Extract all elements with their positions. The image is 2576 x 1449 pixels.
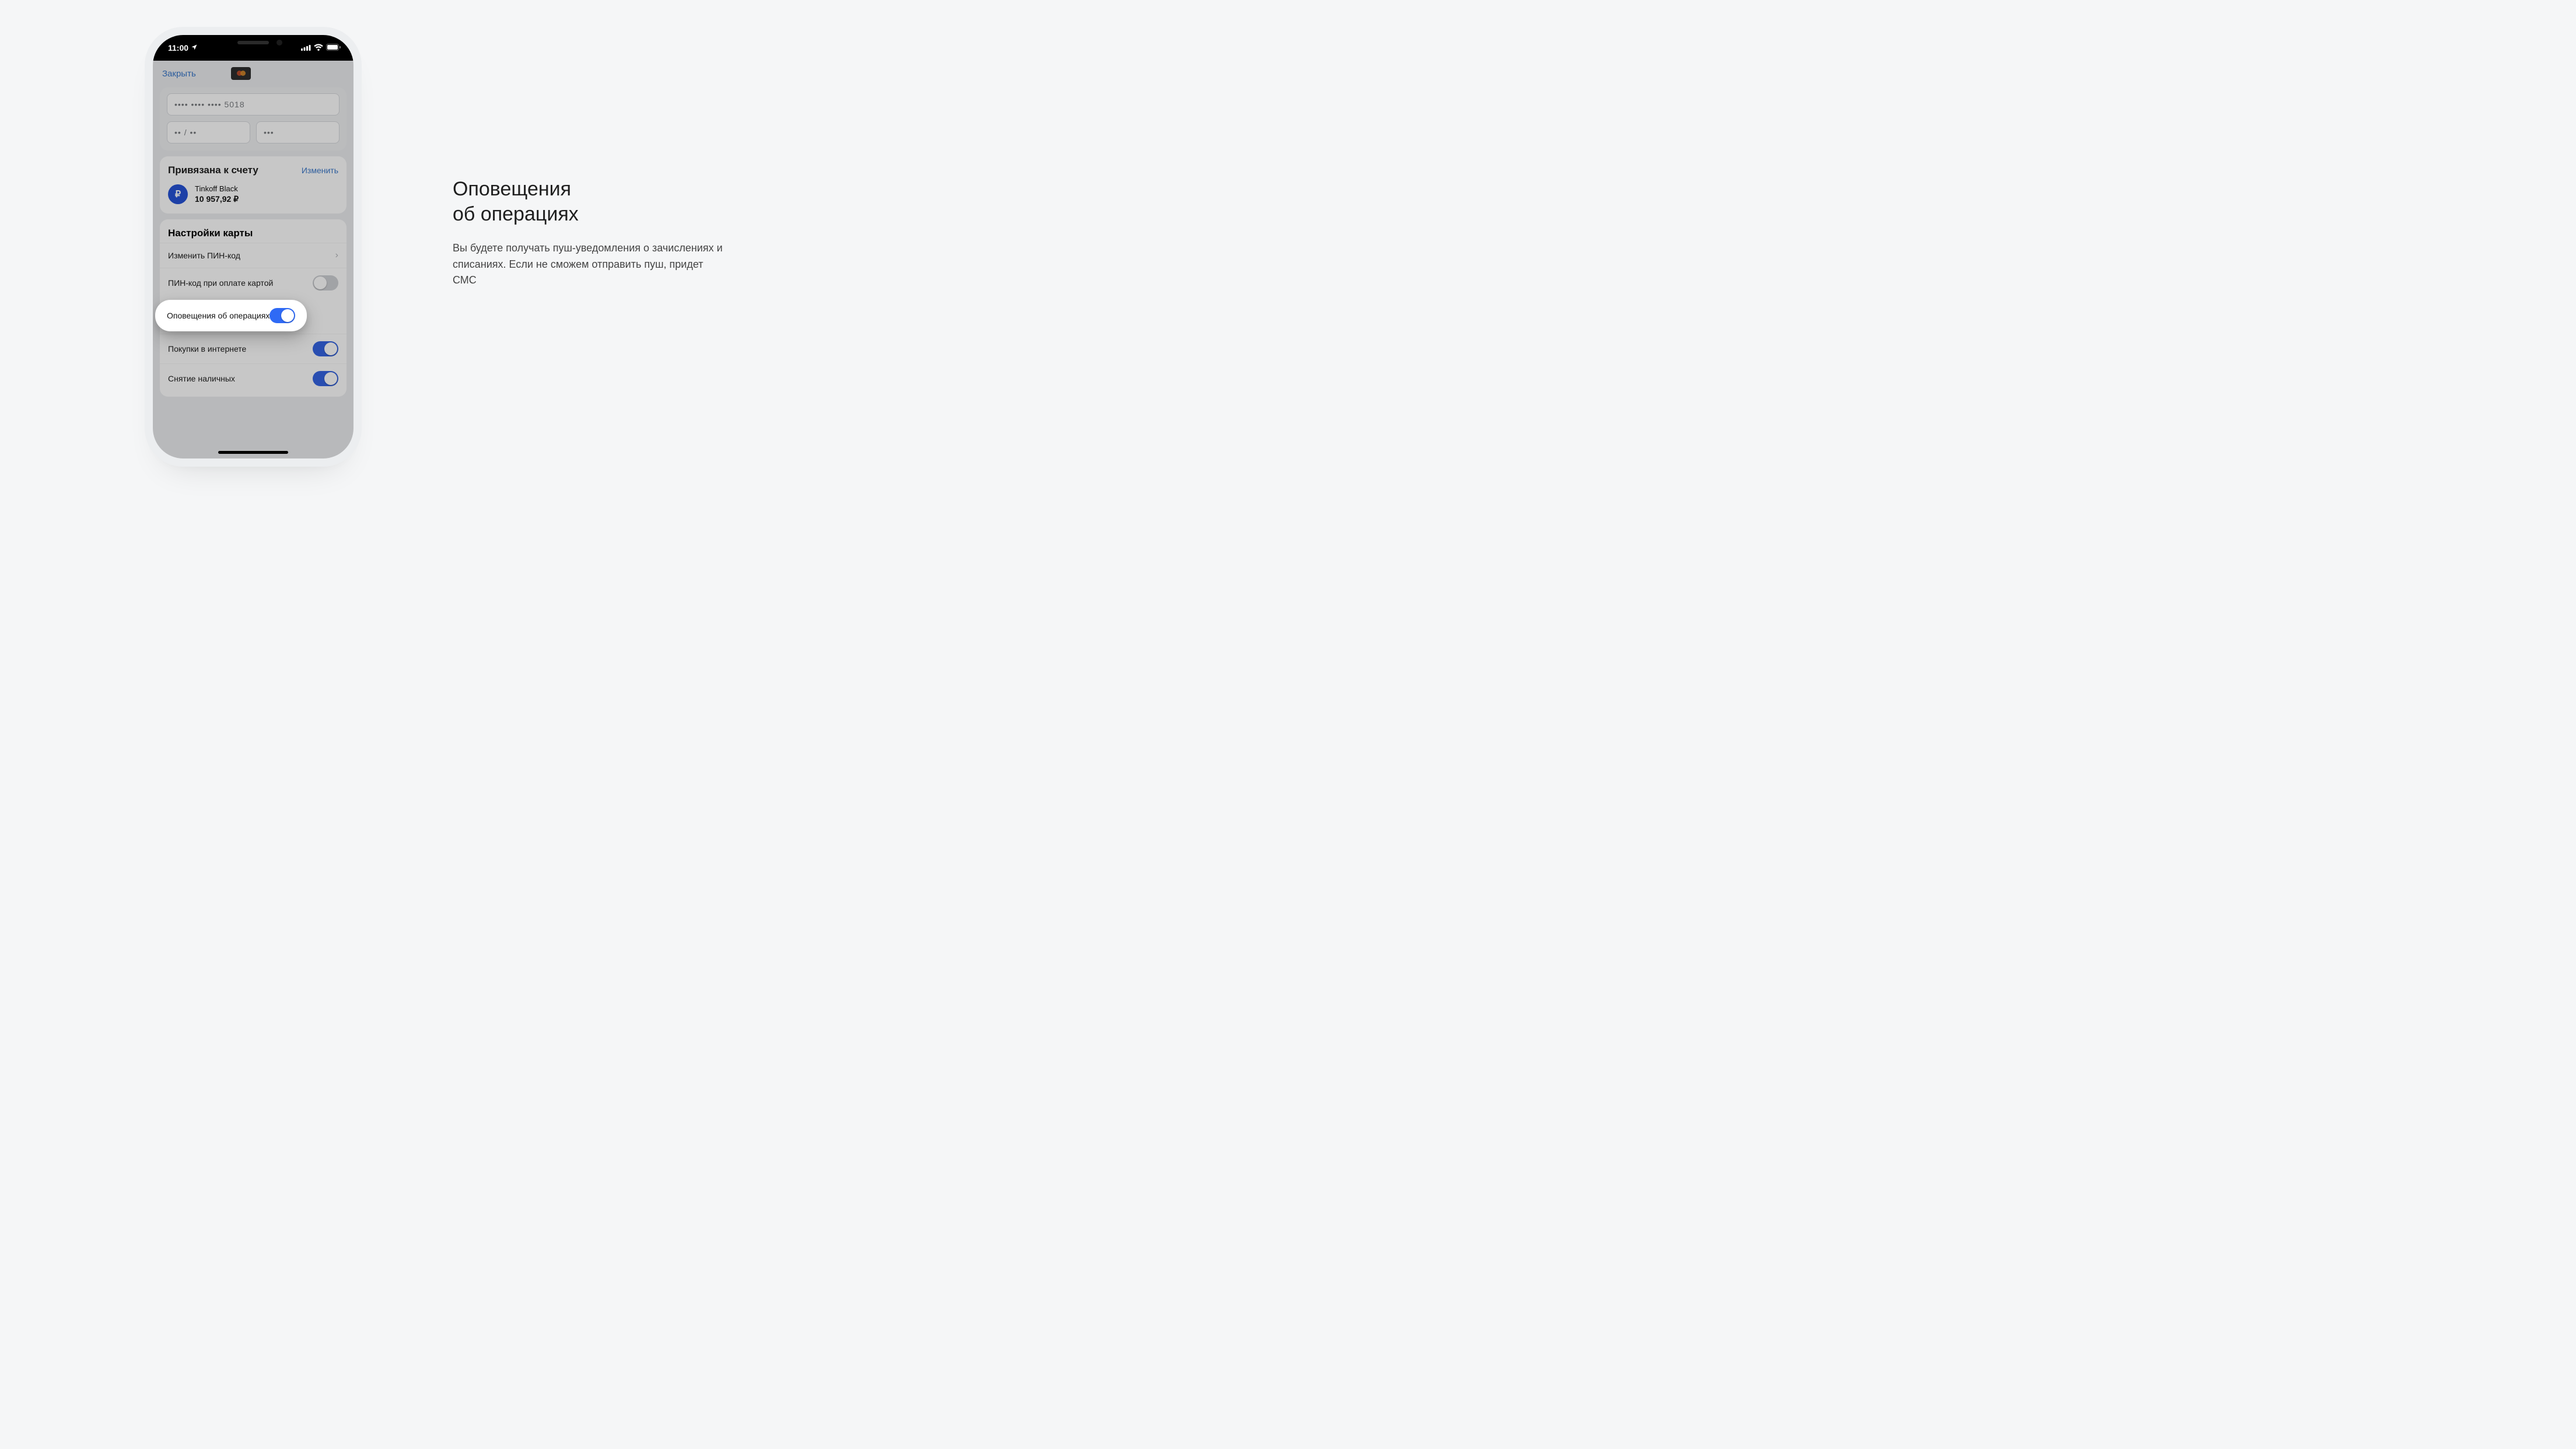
speaker-slot xyxy=(237,41,269,44)
row-cash-withdrawal: Снятие наличных xyxy=(160,363,346,393)
toggle-online-purchases[interactable] xyxy=(313,341,338,356)
card-exp-field[interactable]: •• / •• xyxy=(167,121,250,144)
location-arrow-icon xyxy=(191,44,198,52)
camera-dot xyxy=(276,40,282,46)
account-name: Tinkoff Black xyxy=(195,184,239,193)
card-settings-card: Настройки карты Изменить ПИН-код › ПИН-к… xyxy=(160,219,346,397)
row-pin-on-pay: ПИН-код при оплате картой xyxy=(160,268,346,298)
phone-frame: 11:00 Закрыть xyxy=(153,35,354,459)
card-thumbnail-icon xyxy=(231,67,251,80)
card-requisites-box: •••• •••• •••• 5018 •• / •• ••• xyxy=(160,88,346,150)
card-number-field[interactable]: •••• •••• •••• 5018 xyxy=(167,93,340,116)
nav-bar: Закрыть xyxy=(153,61,354,86)
battery-icon xyxy=(326,43,341,52)
signal-icon xyxy=(301,43,311,52)
row-label: Снятие наличных xyxy=(168,374,235,383)
row-label: Оповещения об операциях xyxy=(167,311,270,320)
row-tx-notifications: Оповещения об операциях xyxy=(155,300,307,331)
wifi-icon xyxy=(314,43,323,52)
change-account-button[interactable]: Изменить xyxy=(302,166,338,175)
home-indicator[interactable] xyxy=(218,451,288,454)
ruble-badge-icon: ₽ xyxy=(168,184,188,204)
linked-account-card: Привязана к счету Изменить ₽ Tinkoff Bla… xyxy=(160,156,346,214)
phone-screen: 11:00 Закрыть xyxy=(153,35,354,459)
status-time: 11:00 xyxy=(168,43,188,52)
settings-title: Настройки карты xyxy=(160,228,346,243)
toggle-tx-notifications[interactable] xyxy=(270,308,295,323)
callout-title-line1: Оповещения xyxy=(453,178,571,200)
close-button[interactable]: Закрыть xyxy=(162,69,196,79)
card-cvc-field[interactable]: ••• xyxy=(256,121,340,144)
chevron-right-icon: › xyxy=(335,250,338,261)
scroll-area[interactable]: •••• •••• •••• 5018 •• / •• ••• Привязан… xyxy=(153,86,354,459)
row-label: ПИН-код при оплате картой xyxy=(168,278,273,288)
row-tx-notifications-wrap: Оповещения об операциях xyxy=(160,298,346,334)
callout: Оповещения об операциях Вы будете получа… xyxy=(453,177,727,289)
row-online-purchases: Покупки в интернете xyxy=(160,334,346,363)
callout-title-line2: об операциях xyxy=(453,203,579,225)
callout-title: Оповещения об операциях xyxy=(453,177,727,228)
account-balance: 10 957,92 ₽ xyxy=(195,194,239,204)
toggle-pin-on-pay[interactable] xyxy=(313,275,338,290)
callout-body: Вы будете получать пуш-уведомления о зач… xyxy=(453,240,727,289)
row-change-pin[interactable]: Изменить ПИН-код › xyxy=(160,243,346,268)
row-label: Покупки в интернете xyxy=(168,344,246,354)
account-row[interactable]: ₽ Tinkoff Black 10 957,92 ₽ xyxy=(168,184,338,204)
toggle-cash-withdrawal[interactable] xyxy=(313,371,338,386)
linked-title: Привязана к счету xyxy=(168,164,258,176)
row-label: Изменить ПИН-код xyxy=(168,251,240,260)
app-content: Закрыть •••• •••• •••• 5018 •• / •• ••• … xyxy=(153,61,354,459)
